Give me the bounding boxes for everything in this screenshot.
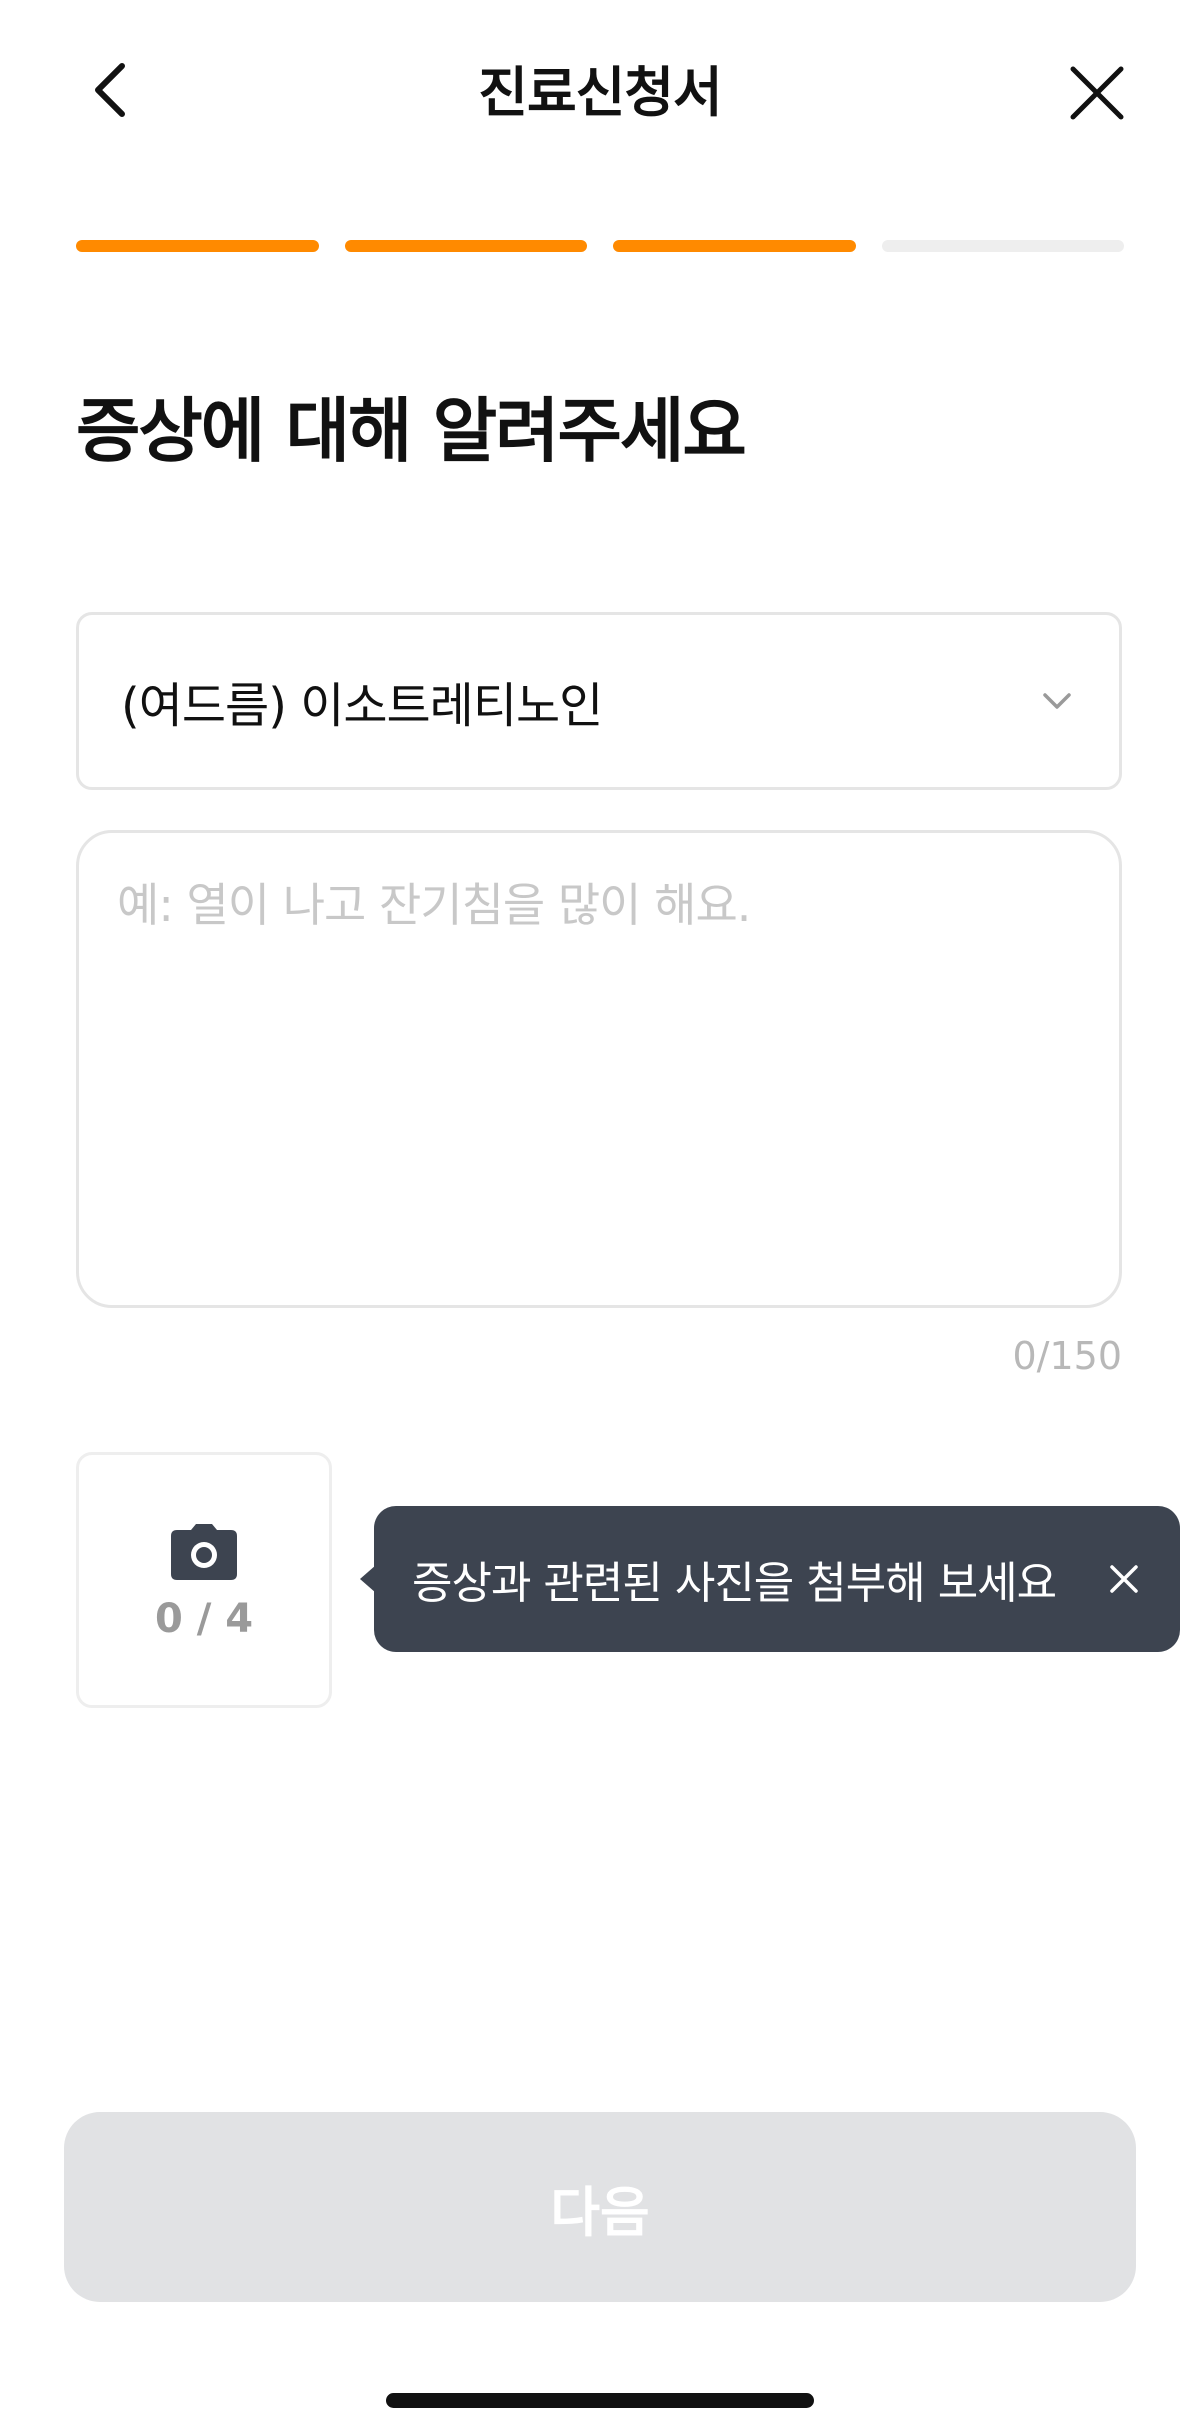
attach-photo-button[interactable]: 0 / 4 bbox=[76, 1452, 332, 1708]
symptom-description-input[interactable] bbox=[117, 869, 1081, 1269]
next-button[interactable]: 다음 bbox=[64, 2112, 1136, 2302]
photo-hint-tooltip: 증상과 관련된 사진을 첨부해 보세요 bbox=[360, 1506, 1180, 1652]
symptom-description-box bbox=[76, 830, 1122, 1308]
header-bar: 진료신청서 bbox=[0, 0, 1200, 190]
camera-icon bbox=[171, 1524, 237, 1580]
select-value: (여드름) 이소트레티노인 bbox=[121, 678, 603, 734]
step-progress-bar bbox=[76, 240, 1124, 252]
progress-step-1 bbox=[76, 240, 319, 252]
home-indicator bbox=[386, 2393, 814, 2408]
character-counter: 0/150 bbox=[1012, 1334, 1122, 1378]
symptom-category-select[interactable]: (여드름) 이소트레티노인 bbox=[76, 612, 1122, 790]
tooltip-text: 증상과 관련된 사진을 첨부해 보세요 bbox=[412, 1558, 1057, 1609]
progress-step-3 bbox=[613, 240, 856, 252]
section-heading: 증상에 대해 알려주세요 bbox=[76, 390, 747, 472]
progress-step-4 bbox=[881, 240, 1124, 252]
progress-step-2 bbox=[344, 240, 587, 252]
close-icon bbox=[1110, 1565, 1138, 1593]
chevron-down-icon bbox=[1037, 681, 1077, 721]
tooltip-close-button[interactable] bbox=[1104, 1559, 1144, 1599]
page-title: 진료신청서 bbox=[478, 61, 722, 124]
close-icon bbox=[1070, 66, 1124, 120]
photo-count: 0 / 4 bbox=[154, 1596, 254, 1642]
close-button[interactable] bbox=[1062, 58, 1132, 128]
